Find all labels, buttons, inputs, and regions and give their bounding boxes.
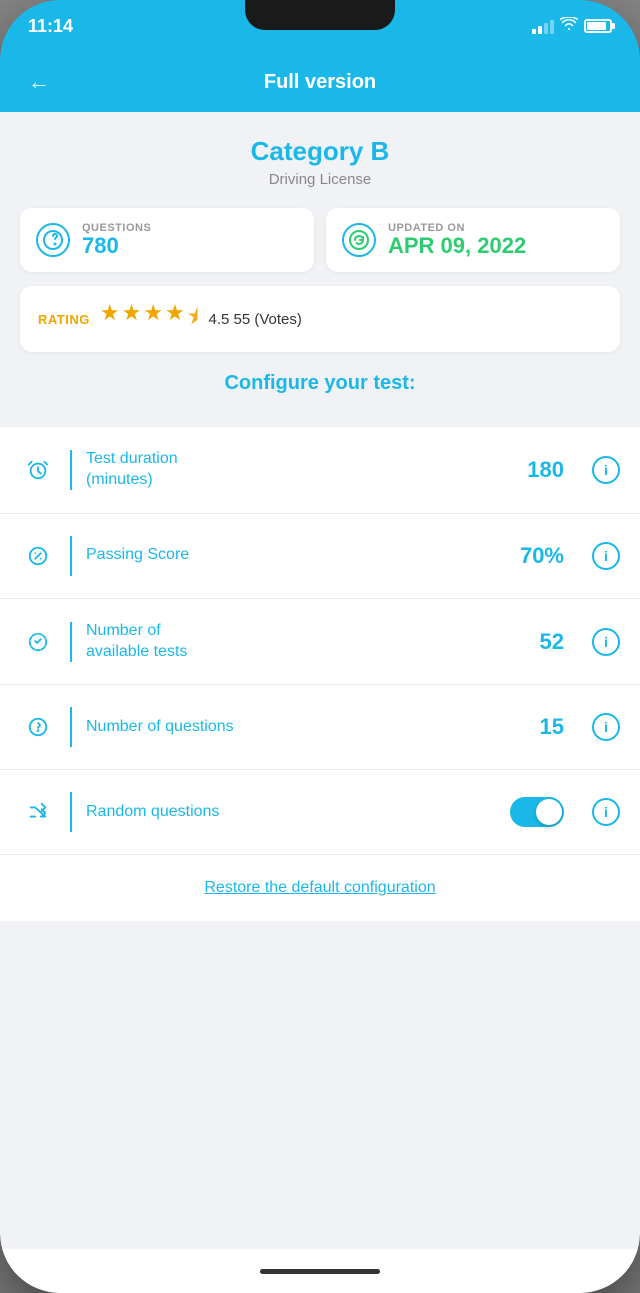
restore-link[interactable]: Restore the default configuration [204, 879, 435, 896]
num-questions-row: Number of questions 15 i [0, 685, 640, 770]
back-button[interactable]: ← [20, 61, 58, 103]
updated-card: UPDATED ON APR 09, 2022 [326, 208, 620, 272]
updated-icon [342, 223, 376, 257]
random-questions-label: Random questions [86, 802, 496, 823]
rating-value: 4.5 55 (Votes) [208, 311, 301, 328]
test-duration-value: 180 [527, 457, 564, 483]
percent-icon [20, 538, 56, 574]
num-questions-icon [20, 709, 56, 745]
restore-section: Restore the default configuration [0, 854, 640, 921]
notch [245, 0, 395, 30]
star-1: ★ [100, 300, 120, 338]
num-questions-value: 15 [540, 714, 564, 740]
config-divider-3 [70, 622, 72, 662]
category-title: Category B [20, 136, 620, 167]
info-cards: QUESTIONS 780 [20, 208, 620, 272]
alarm-icon [20, 452, 56, 488]
available-tests-value: 52 [540, 629, 564, 655]
config-divider-2 [70, 536, 72, 576]
status-icons [532, 17, 612, 36]
num-questions-label: Number of questions [86, 717, 526, 738]
random-questions-toggle[interactable] [510, 797, 564, 827]
passing-score-row: Passing Score 70% i [0, 514, 640, 599]
config-section: Test duration(minutes) 180 i Passing S [0, 427, 640, 854]
test-duration-info-button[interactable]: i [592, 456, 620, 484]
configure-title: Configure your test: [20, 372, 620, 395]
questions-icon [36, 223, 70, 257]
test-duration-label: Test duration(minutes) [86, 449, 513, 491]
available-tests-icon [20, 624, 56, 660]
rating-card: RATING ★ ★ ★ ★ ⯨ 4.5 55 (Votes) [20, 286, 620, 352]
category-subtitle: Driving License [20, 171, 620, 188]
passing-score-label: Passing Score [86, 545, 506, 566]
passing-score-value: 70% [520, 543, 564, 569]
battery-icon [584, 19, 612, 33]
star-5: ⯨ [187, 300, 199, 338]
num-questions-info-button[interactable]: i [592, 713, 620, 741]
toggle-thumb [536, 799, 562, 825]
stars: ★ ★ ★ ★ ⯨ [100, 300, 199, 338]
available-tests-info-button[interactable]: i [592, 628, 620, 656]
status-time: 11:14 [28, 16, 73, 37]
config-divider-5 [70, 792, 72, 832]
top-section: Category B Driving License [0, 112, 640, 419]
home-indicator [0, 1249, 640, 1293]
home-bar [260, 1269, 380, 1274]
available-tests-row: Number ofavailable tests 52 i [0, 599, 640, 686]
header-title: Full version [264, 71, 376, 94]
random-questions-info-button[interactable]: i [592, 798, 620, 826]
shuffle-icon [20, 794, 56, 830]
star-2: ★ [122, 300, 142, 338]
available-tests-label: Number ofavailable tests [86, 621, 526, 663]
passing-score-info-button[interactable]: i [592, 542, 620, 570]
signal-bars-icon [532, 18, 554, 34]
app-header: ← Full version [0, 52, 640, 112]
questions-card: QUESTIONS 780 [20, 208, 314, 272]
main-content: Category B Driving License [0, 112, 640, 1249]
test-duration-row: Test duration(minutes) 180 i [0, 427, 640, 514]
config-divider-1 [70, 450, 72, 490]
config-divider-4 [70, 707, 72, 747]
random-questions-row: Random questions i [0, 770, 640, 854]
star-3: ★ [143, 300, 163, 338]
phone-screen: 11:14 ← [0, 0, 640, 1293]
star-4: ★ [165, 300, 185, 338]
rating-label: RATING [38, 312, 90, 327]
updated-value: APR 09, 2022 [388, 234, 526, 258]
wifi-icon [560, 17, 578, 36]
questions-value: 780 [82, 234, 151, 258]
phone-shell: 11:14 ← [0, 0, 640, 1293]
